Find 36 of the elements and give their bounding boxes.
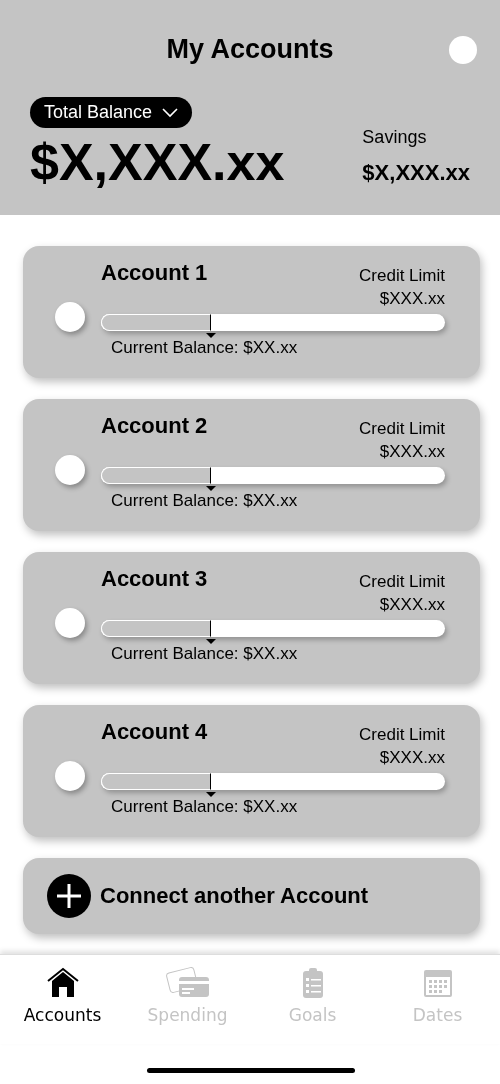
savings-label: Savings xyxy=(362,127,428,148)
plus-icon xyxy=(47,874,91,918)
chevron-down-icon xyxy=(162,107,179,118)
credit-limit-label: Credit Limit xyxy=(359,724,445,746)
account-card[interactable]: Account 2 Credit Limit $XXX.xx Current Balance: $XX.xx xyxy=(23,399,480,531)
account-card[interactable]: Account 3 Credit Limit $XXX.xx Current Balance: $XX.xx xyxy=(23,552,480,684)
balance-dropdown[interactable]: Total Balance xyxy=(30,97,193,128)
credit-limit-label: Credit Limit xyxy=(359,418,445,440)
credit-limit-amount: $XXX.xx xyxy=(379,441,445,463)
credit-card-icon xyxy=(164,967,211,999)
account-card[interactable]: Account 1 Credit Limit $XXX.xx Current Balance: $XX.xx xyxy=(23,246,480,378)
account-name: Account 3 xyxy=(101,566,208,593)
account-card[interactable]: Account 4 Credit Limit $XXX.xx Current Balance: $XX.xx xyxy=(23,705,480,837)
account-logo-icon xyxy=(55,608,85,638)
current-balance: Current Balance: $XX.xx xyxy=(111,338,298,358)
home-icon xyxy=(45,967,80,999)
account-logo-icon xyxy=(55,302,85,332)
account-name: Account 4 xyxy=(101,719,208,746)
account-name: Account 1 xyxy=(101,260,208,287)
credit-limit-label: Credit Limit xyxy=(359,265,445,287)
credit-limit-label: Credit Limit xyxy=(359,571,445,593)
page-title: My Accounts xyxy=(166,34,334,65)
tab[interactable]: Accounts xyxy=(0,967,125,1027)
account-logo-icon xyxy=(55,455,85,485)
total-balance: $X,XXX.xx xyxy=(30,134,285,192)
current-balance: Current Balance: $XX.xx xyxy=(111,491,298,511)
connect-account-button[interactable]: Connect another Account xyxy=(23,858,480,934)
current-balance: Current Balance: $XX.xx xyxy=(111,644,298,664)
current-balance: Current Balance: $XX.xx xyxy=(111,797,298,817)
credit-limit-amount: $XXX.xx xyxy=(379,288,445,310)
avatar-icon[interactable] xyxy=(449,36,477,64)
account-name: Account 2 xyxy=(101,413,208,440)
account-logo-icon xyxy=(55,761,85,791)
credit-limit-amount: $XXX.xx xyxy=(379,747,445,769)
savings-amount: $X,XXX.xx xyxy=(362,160,470,186)
credit-limit-amount: $XXX.xx xyxy=(379,594,445,616)
